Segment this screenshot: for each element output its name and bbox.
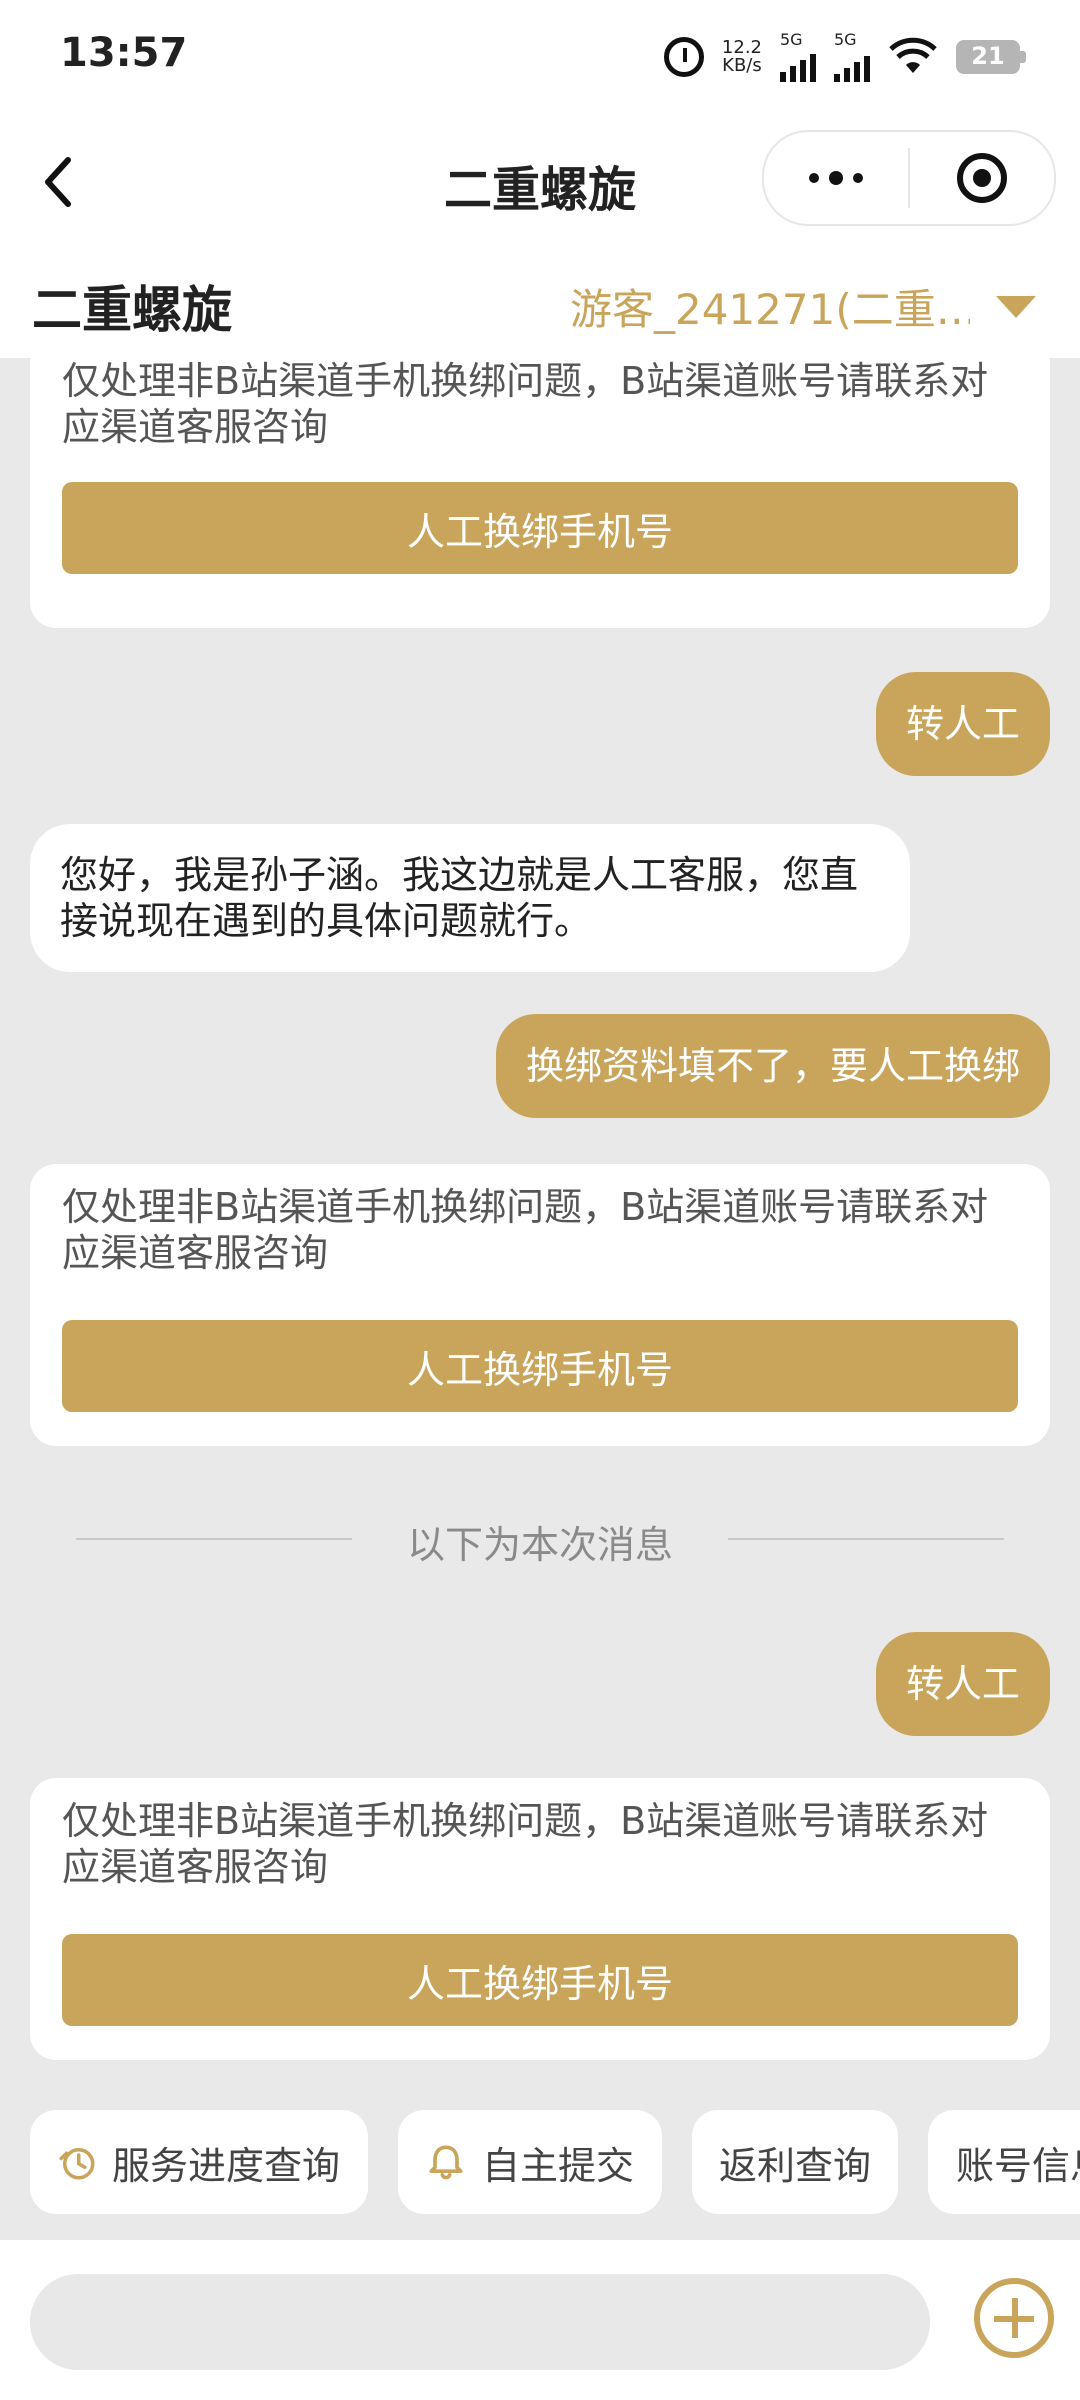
navigation-bar: 二重螺旋 [0,120,1080,240]
sim2-label: 5G [834,30,857,49]
network-speed: 12.2 KB/s [722,39,762,75]
chip-label: 自主提交 [481,2143,634,2188]
dropdown-caret-icon[interactable] [996,296,1036,318]
rebate-query-button[interactable]: 返利查询 [692,2110,898,2214]
bell-icon [429,2145,463,2180]
user-message-2: 换绑资料填不了，要人工换绑 [495,1014,1050,1118]
bot-card-3: 仅处理非B站渠道手机换绑问题，B站渠道账号请联系对应渠道客服咨询 人工换绑手机号 [30,1778,1050,2060]
status-time: 13:57 [60,30,188,76]
agent-message: 您好，我是孙子涵。我这边就是人工客服，您直接说现在遇到的具体问题就行。 [30,824,910,972]
bot-card-1: 仅处理非B站渠道手机换绑问题，B站渠道账号请联系对应渠道客服咨询 人工换绑手机号 [30,338,1050,628]
chat-area[interactable]: 仅处理非B站渠道手机换绑问题，B站渠道账号请联系对应渠道客服咨询 人工换绑手机号… [0,338,1080,2248]
clock-icon [59,2148,95,2180]
status-icons: 12.2 KB/s 5G 5G 21 [663,32,1026,82]
service-progress-button[interactable]: 服务进度查询 [30,2110,368,2214]
chip-label: 账号信息 [956,2143,1080,2188]
bot-card-2: 仅处理非B站渠道手机换绑问题，B站渠道账号请联系对应渠道客服咨询 人工换绑手机号 [30,1164,1050,1446]
more-dots-icon [809,171,863,185]
wifi-icon [888,37,938,77]
manual-rebind-phone-button[interactable]: 人工换绑手机号 [62,1320,1018,1412]
message-input[interactable] [30,2274,930,2370]
sim1-label: 5G [780,30,803,49]
signal-sim2: 5G [834,32,870,82]
input-bar [0,2240,1080,2400]
manual-rebind-phone-button[interactable]: 人工换绑手机号 [62,1934,1018,2026]
account-selector[interactable]: 游客_241271(二重… [570,276,970,337]
battery-icon: 21 [956,40,1026,74]
signal-bars-icon-2 [834,48,870,82]
chip-label: 服务进度查询 [111,2143,340,2188]
network-speed-unit: KB/s [722,55,762,76]
signal-sim1: 5G [780,32,816,82]
user-message-3: 转人工 [875,1632,1050,1736]
self-submit-button[interactable]: 自主提交 [398,2110,662,2214]
separator-label: 以下为本次消息 [406,1523,673,1567]
separator-line-right [728,1538,1004,1540]
status-bar: 13:57 12.2 KB/s 5G 5G 21 [0,0,1080,120]
target-icon [956,153,1007,203]
account-info-button[interactable]: 账号信息 [928,2110,1080,2214]
quick-actions: 服务进度查询 自主提交 返利查询 账号信息 [0,2110,1080,2220]
mini-program-capsule [762,130,1056,226]
card-text: 仅处理非B站渠道手机换绑问题，B站渠道账号请联系对应渠道客服咨询 [62,1799,989,1889]
close-target-button[interactable] [910,132,1054,224]
add-plus-icon[interactable] [974,2278,1054,2358]
game-title: 二重螺旋 [32,281,232,339]
history-separator: 以下为本次消息 [76,1508,1004,1568]
card-text: 仅处理非B站渠道手机换绑问题，B站渠道账号请联系对应渠道客服咨询 [62,1185,989,1275]
card-text: 仅处理非B站渠道手机换绑问题，B站渠道账号请联系对应渠道客服咨询 [62,359,989,449]
manual-rebind-phone-button[interactable]: 人工换绑手机号 [62,482,1018,574]
user-message-1: 转人工 [875,672,1050,776]
more-button[interactable] [764,132,908,224]
signal-bars-icon [780,48,816,82]
chip-label: 返利查询 [718,2143,871,2188]
battery-level: 21 [971,42,1005,70]
alarm-icon [663,37,704,77]
